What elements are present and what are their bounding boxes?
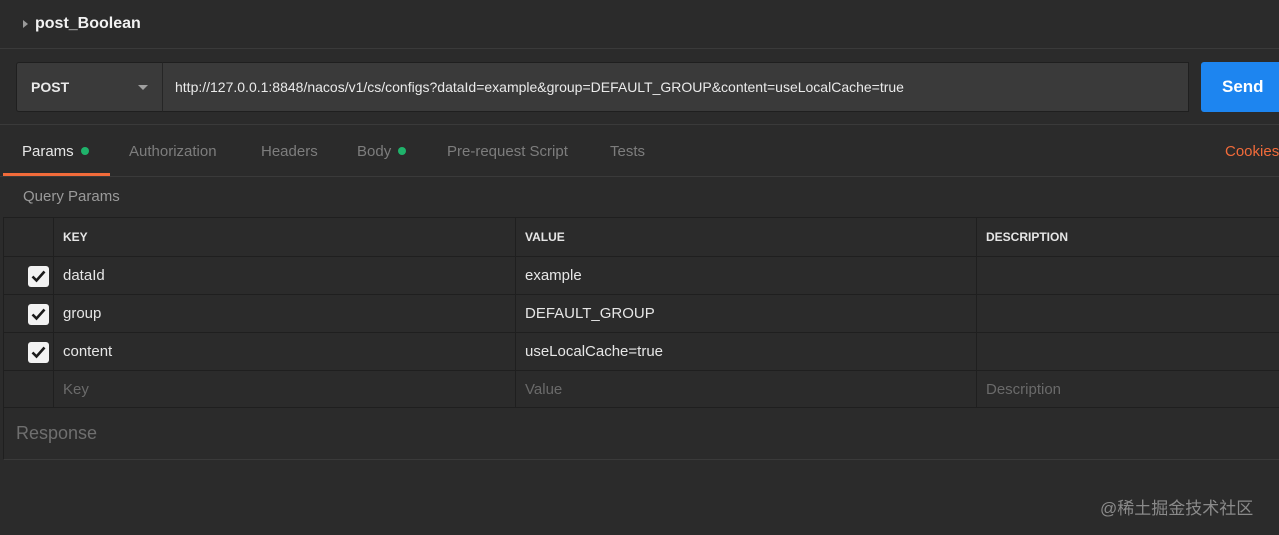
value-cell[interactable]: DEFAULT_GROUP	[515, 295, 977, 332]
new-param-row: Key Value Description	[3, 371, 1279, 408]
key-column-header: KEY	[53, 218, 516, 256]
description-column-header: DESCRIPTION	[976, 218, 1279, 256]
postman-window: post_Boolean POST http://127.0.0.1:8848/…	[0, 0, 1279, 535]
method-select[interactable]: POST	[16, 62, 162, 112]
tab-headers[interactable]: Headers	[261, 125, 318, 177]
method-label: POST	[31, 79, 70, 95]
value-input[interactable]: Value	[515, 371, 977, 407]
key-cell[interactable]: group	[53, 295, 516, 332]
value-cell[interactable]: example	[515, 257, 977, 294]
request-title-row[interactable]: post_Boolean	[0, 0, 1279, 49]
caret-right-icon[interactable]	[23, 20, 28, 28]
status-dot-icon	[80, 147, 89, 155]
table-row: content useLocalCache=true	[3, 333, 1279, 371]
checkmark-icon	[31, 346, 46, 358]
table-row: group DEFAULT_GROUP	[3, 295, 1279, 333]
row-checkbox[interactable]	[28, 341, 49, 363]
query-params-label: Query Params	[23, 188, 120, 205]
url-input[interactable]: http://127.0.0.1:8848/nacos/v1/cs/config…	[162, 62, 1189, 112]
description-input[interactable]: Description	[976, 371, 1279, 407]
request-title: post_Boolean	[35, 15, 141, 32]
tab-tests[interactable]: Tests	[610, 125, 645, 177]
key-cell[interactable]: dataId	[53, 257, 516, 294]
tab-label: Body	[357, 142, 392, 160]
tab-label: Pre-request Script	[447, 142, 568, 160]
watermark: @稀土掘金技术社区	[1100, 499, 1254, 518]
cookies-link[interactable]: Cookies	[1225, 125, 1279, 177]
response-section-header[interactable]: Response	[3, 408, 1279, 460]
request-bar: POST http://127.0.0.1:8848/nacos/v1/cs/c…	[16, 62, 1189, 112]
value-cell[interactable]: useLocalCache=true	[515, 333, 977, 370]
row-checkbox-cell	[3, 257, 53, 294]
active-tab-indicator	[3, 173, 110, 176]
description-cell[interactable]	[976, 333, 1279, 370]
send-button[interactable]: Send	[1201, 62, 1279, 112]
tab-body[interactable]: Body	[357, 125, 407, 177]
row-checkbox-cell	[3, 295, 53, 332]
description-cell[interactable]	[976, 295, 1279, 332]
tab-pre-request-script[interactable]: Pre-request Script	[447, 125, 568, 177]
request-tabs: Params Authorization Headers Body Pre-re…	[0, 124, 1279, 177]
table-row: dataId example	[3, 257, 1279, 295]
status-dot-icon	[398, 147, 407, 155]
key-cell[interactable]: content	[53, 333, 516, 370]
value-column-header: VALUE	[515, 218, 977, 256]
description-cell[interactable]	[976, 257, 1279, 294]
tab-label: Headers	[261, 142, 318, 160]
row-checkbox-cell	[3, 371, 53, 407]
tab-label: Tests	[610, 142, 646, 160]
checkbox-column-header	[3, 218, 53, 256]
tab-authorization[interactable]: Authorization	[129, 125, 217, 177]
chevron-down-icon	[138, 84, 148, 90]
row-checkbox-cell	[3, 333, 53, 370]
checkmark-icon	[31, 308, 46, 320]
key-input[interactable]: Key	[53, 371, 516, 407]
table-header-row: KEY VALUE DESCRIPTION	[3, 218, 1279, 257]
row-checkbox[interactable]	[28, 265, 49, 287]
checkmark-icon	[31, 270, 46, 282]
query-params-table: KEY VALUE DESCRIPTION dataId example gro…	[3, 217, 1279, 408]
tab-label: Params	[22, 142, 74, 160]
tab-params[interactable]: Params	[22, 125, 89, 177]
tab-label: Authorization	[129, 142, 217, 160]
row-checkbox[interactable]	[28, 303, 49, 325]
